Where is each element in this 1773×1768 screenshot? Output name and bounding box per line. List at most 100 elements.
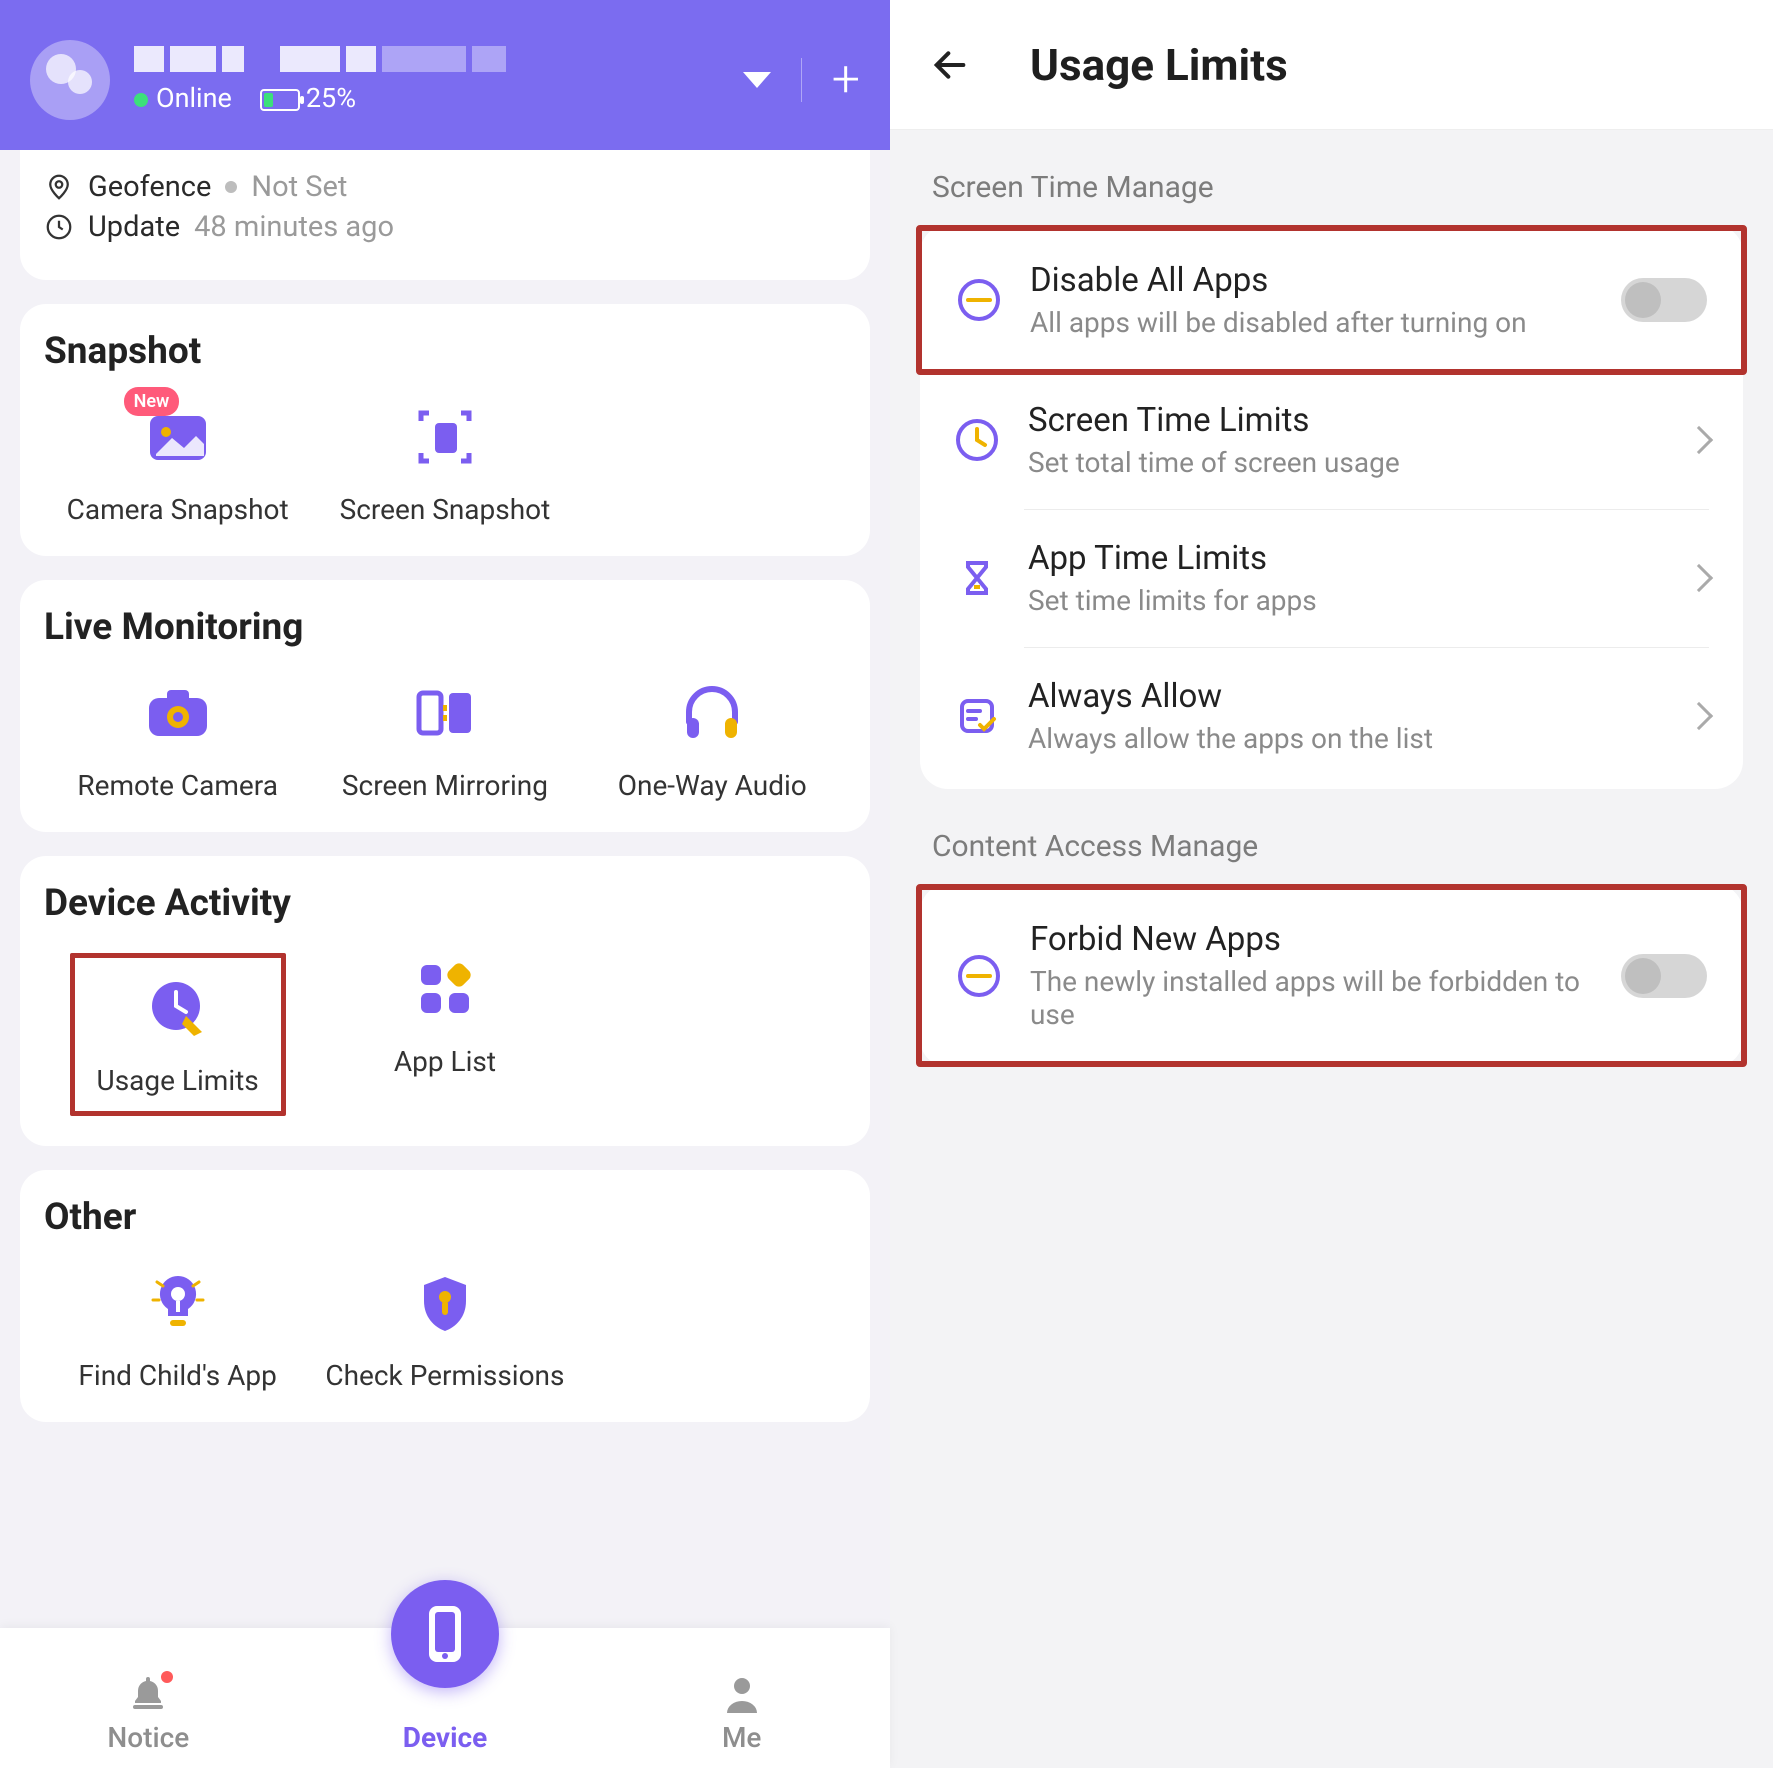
row-subtitle: Always allow the apps on the list	[1028, 722, 1661, 755]
app-list-icon	[417, 961, 473, 1017]
device-header-info: Online 25%	[134, 46, 719, 114]
lightbulb-icon	[151, 1272, 205, 1334]
tile-label: Screen Snapshot	[340, 493, 551, 526]
tile-screen-snapshot[interactable]: Screen Snapshot	[311, 401, 578, 526]
geofence-value: Not Set	[251, 170, 347, 204]
row-title: Screen Time Limits	[1028, 401, 1661, 440]
tile-label: Find Child's App	[78, 1359, 276, 1392]
status-dot-icon	[225, 181, 237, 193]
device-info-card: Geofence Not Set Update 48 minutes ago	[20, 150, 870, 280]
row-screen-time-limits[interactable]: Screen Time Limits Set total time of scr…	[920, 371, 1743, 509]
nav-me[interactable]: Me	[593, 1628, 890, 1768]
tile-screen-mirroring[interactable]: Screen Mirroring	[311, 677, 578, 802]
device-header: Online 25% +	[0, 0, 890, 150]
tile-find-childs-app[interactable]: Find Child's App	[44, 1267, 311, 1392]
device-name-redacted	[134, 46, 719, 72]
phone-icon	[425, 1604, 465, 1664]
tile-label: Remote Camera	[77, 769, 278, 802]
nav-device[interactable]: Device	[297, 1628, 594, 1768]
notification-dot-icon	[161, 1671, 173, 1683]
screen-time-card: Disable All Apps All apps will be disabl…	[920, 225, 1743, 789]
snapshot-section: Snapshot New Camera Snapshot Screen Snap…	[20, 304, 870, 556]
geofence-label: Geofence	[88, 170, 211, 204]
section-title: Live Monitoring	[44, 606, 846, 649]
device-activity-section: Device Activity Usage Limits App List	[20, 856, 870, 1146]
section-title: Device Activity	[44, 882, 846, 925]
tile-app-list[interactable]: App List	[311, 953, 578, 1116]
new-badge: New	[124, 387, 180, 416]
disable-icon	[956, 277, 1002, 323]
tile-label: One-Way Audio	[618, 769, 807, 802]
live-monitoring-section: Live Monitoring Remote Camera Screen Mir…	[20, 580, 870, 832]
clock-icon	[44, 212, 74, 242]
tile-label: App List	[394, 1045, 496, 1078]
avatar[interactable]	[30, 40, 110, 120]
geofence-icon	[44, 172, 74, 202]
row-title: Always Allow	[1028, 677, 1661, 716]
nav-device-bubble	[391, 1580, 499, 1688]
nav-label: Me	[722, 1721, 761, 1754]
status-online: Online	[134, 82, 232, 114]
headphones-icon	[681, 684, 743, 742]
list-check-icon	[954, 693, 1000, 739]
tile-remote-camera[interactable]: Remote Camera	[44, 677, 311, 802]
back-arrow-icon[interactable]	[930, 45, 970, 85]
row-forbid-new-apps[interactable]: Forbid New Apps The newly installed apps…	[922, 890, 1741, 1061]
camera-icon	[145, 686, 211, 740]
hourglass-icon	[954, 555, 1000, 601]
section-title: Other	[44, 1196, 846, 1239]
online-dot-icon	[134, 93, 148, 107]
tile-label: Camera Snapshot	[67, 493, 289, 526]
row-always-allow[interactable]: Always Allow Always allow the apps on th…	[920, 647, 1743, 785]
row-subtitle: Set total time of screen usage	[1028, 446, 1661, 479]
section-title: Snapshot	[44, 330, 846, 373]
battery-icon	[260, 89, 300, 111]
row-title: Disable All Apps	[1030, 261, 1593, 300]
page-title: Usage Limits	[1030, 39, 1288, 91]
other-section: Other Find Child's App Check Permissions…	[20, 1170, 870, 1422]
row-title: Forbid New Apps	[1030, 920, 1593, 959]
highlight-box: Usage Limits	[70, 953, 286, 1116]
tile-label: Usage Limits	[97, 1064, 259, 1097]
row-title: App Time Limits	[1028, 539, 1661, 578]
row-disable-all-apps[interactable]: Disable All Apps All apps will be disabl…	[922, 231, 1741, 369]
update-row[interactable]: Update 48 minutes ago	[44, 210, 846, 244]
mirror-icon	[413, 685, 477, 741]
toggle-disable-all[interactable]	[1621, 278, 1707, 322]
screenshot-icon	[415, 407, 475, 467]
usage-limits-panel: Usage Limits Screen Time Manage Disable …	[890, 0, 1773, 1768]
dropdown-icon[interactable]	[743, 72, 771, 88]
forbid-icon	[956, 953, 1002, 999]
highlight-box: Disable All Apps All apps will be disabl…	[916, 225, 1747, 375]
device-panel: Online 25% + Geofence Not Set Update 48 …	[0, 0, 890, 1768]
tile-check-permissions[interactable]: Check Permissions	[311, 1267, 578, 1392]
tile-camera-snapshot[interactable]: New Camera Snapshot	[44, 401, 311, 526]
tile-one-way-audio[interactable]: One-Way Audio	[579, 677, 846, 802]
chevron-right-icon	[1685, 564, 1713, 592]
bottom-nav: Notice Device Me	[0, 1628, 890, 1768]
usage-limits-icon	[148, 978, 208, 1038]
toggle-forbid-new[interactable]	[1621, 954, 1707, 998]
person-icon	[721, 1673, 763, 1715]
chevron-right-icon	[1685, 702, 1713, 730]
section-label-content-access: Content Access Manage	[932, 829, 1743, 864]
tile-usage-limits[interactable]: Usage Limits	[44, 953, 311, 1116]
geofence-row[interactable]: Geofence Not Set	[44, 170, 846, 204]
content-access-card: Forbid New Apps The newly installed apps…	[920, 884, 1743, 1067]
add-device-button[interactable]: +	[832, 55, 860, 105]
row-subtitle: The newly installed apps will be forbidd…	[1030, 965, 1593, 1031]
row-app-time-limits[interactable]: App Time Limits Set time limits for apps	[920, 509, 1743, 647]
section-label-screen-time: Screen Time Manage	[932, 170, 1743, 205]
battery-status: 25%	[260, 82, 356, 114]
photo-icon	[146, 410, 210, 464]
row-subtitle: All apps will be disabled after turning …	[1030, 306, 1593, 339]
row-subtitle: Set time limits for apps	[1028, 584, 1661, 617]
update-label: Update	[88, 210, 180, 244]
nav-label: Device	[403, 1721, 487, 1754]
divider	[801, 58, 802, 102]
nav-label: Notice	[107, 1721, 189, 1754]
nav-notice[interactable]: Notice	[0, 1628, 297, 1768]
highlight-box: Forbid New Apps The newly installed apps…	[916, 884, 1747, 1067]
chevron-right-icon	[1685, 426, 1713, 454]
shield-icon	[418, 1273, 472, 1333]
